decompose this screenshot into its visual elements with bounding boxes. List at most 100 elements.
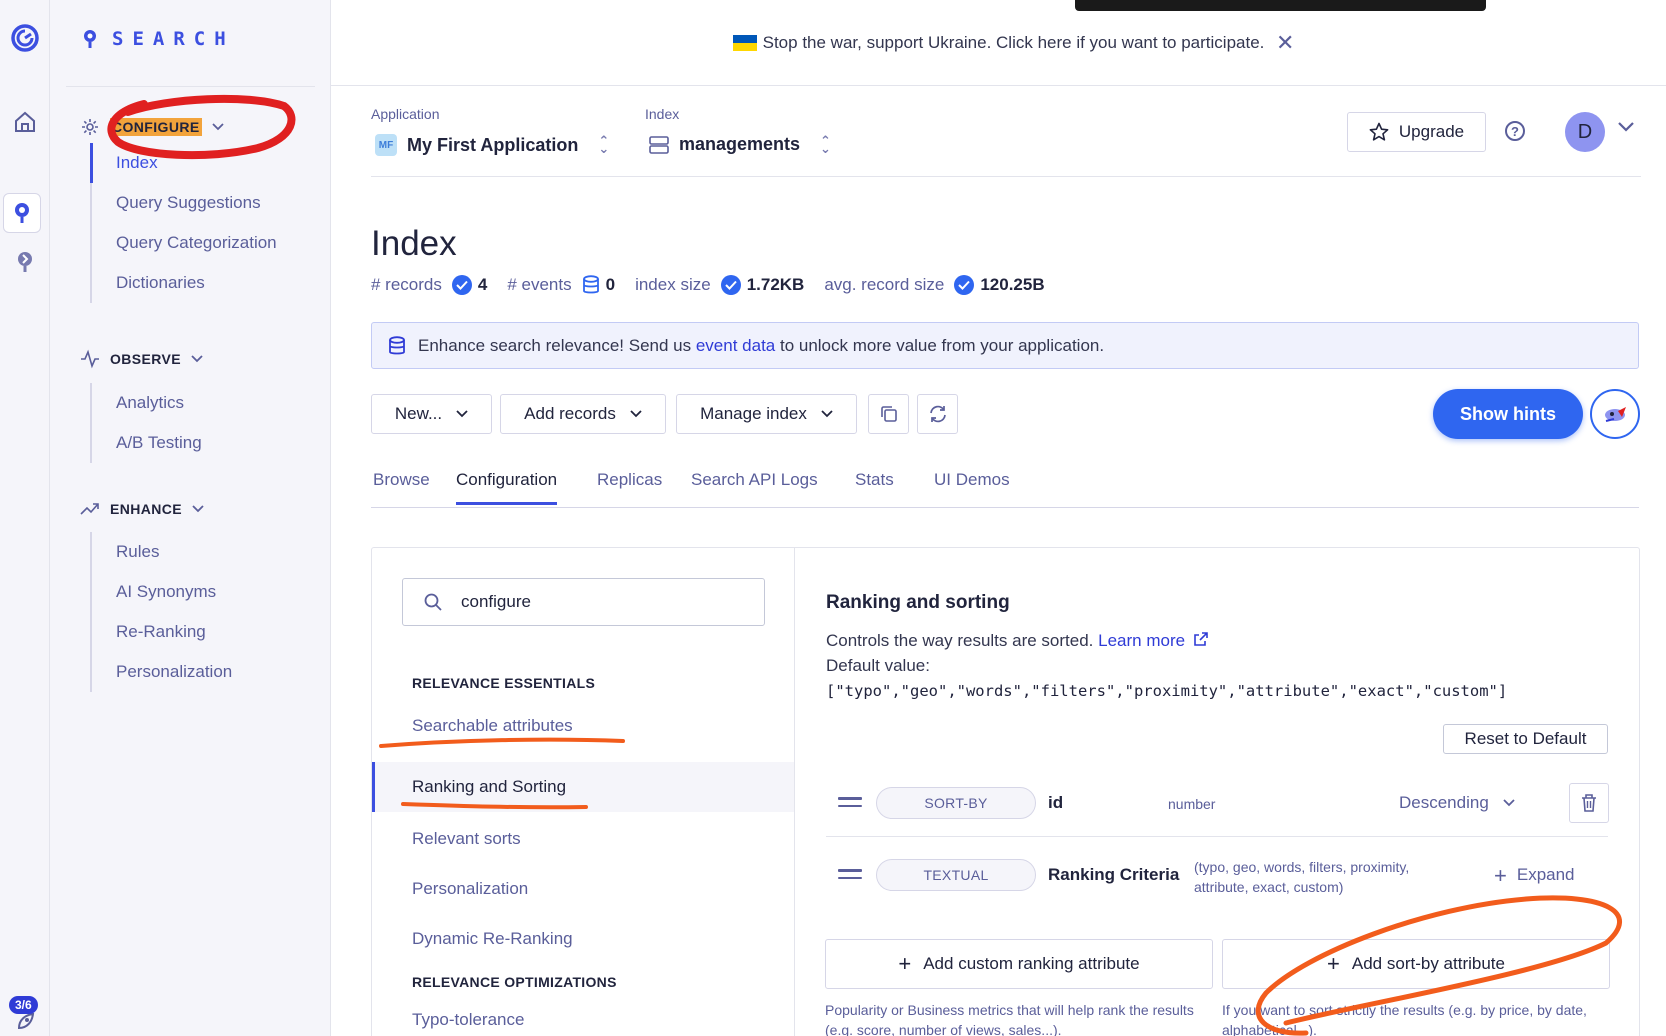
add-sort-by-label: Add sort-by attribute xyxy=(1351,954,1505,973)
gear-icon xyxy=(82,119,98,135)
manage-index-dropdown-button[interactable]: Manage index xyxy=(676,394,857,434)
index-selector[interactable]: managements ⌃ ⌄ xyxy=(649,134,831,155)
setting-relevant-sorts[interactable]: Relevant sorts xyxy=(372,814,794,864)
sort-order-select[interactable]: Descending xyxy=(1399,793,1515,813)
page-title: Index xyxy=(371,224,457,263)
check-icon xyxy=(954,275,975,295)
records-label: # records xyxy=(371,275,442,294)
algolia-logo-icon[interactable] xyxy=(0,22,50,54)
recommend-product-icon[interactable] xyxy=(0,250,50,274)
index-size-value: 1.72KB xyxy=(746,275,805,294)
upgrade-label: Upgrade xyxy=(1398,122,1465,141)
tab-stats[interactable]: Stats xyxy=(855,470,894,502)
ranking-criterion-row: SORT-BY id number Descending xyxy=(826,767,1609,837)
help-icon[interactable]: ? xyxy=(1505,121,1525,141)
plus-icon: + xyxy=(1494,862,1507,888)
criterion-data-type: number xyxy=(1168,796,1216,812)
learn-more-link[interactable]: Learn more xyxy=(1098,631,1209,650)
upgrade-button[interactable]: Upgrade xyxy=(1347,112,1486,152)
reset-to-default-button[interactable]: Reset to Default xyxy=(1443,724,1608,754)
setting-searchable-attributes[interactable]: Searchable attributes xyxy=(372,701,794,751)
new-label: New... xyxy=(394,404,443,423)
tab-configuration[interactable]: Configuration xyxy=(456,470,558,505)
search-product-icon[interactable] xyxy=(3,193,41,233)
add-records-label: Add records xyxy=(524,404,616,423)
events-value: 0 xyxy=(605,275,616,294)
avatar[interactable]: D xyxy=(1565,112,1605,152)
avg-record-size-label: avg. record size xyxy=(824,275,945,294)
show-hints-button[interactable]: Show hints xyxy=(1433,389,1583,439)
product-logo[interactable]: SEARCH xyxy=(82,28,235,50)
nav-item-query-suggestions[interactable]: Query Suggestions xyxy=(92,183,277,223)
tab-browse[interactable]: Browse xyxy=(373,470,430,502)
ukraine-banner[interactable]: Stop the war, support Ukraine. Click her… xyxy=(331,0,1666,86)
index-label: Index xyxy=(645,106,680,122)
configuration-panel: configure RELEVANCE ESSENTIALS Searchabl… xyxy=(371,547,1640,1036)
nav-item-ai-synonyms[interactable]: AI Synonyms xyxy=(92,572,232,612)
nav-item-dictionaries[interactable]: Dictionaries xyxy=(92,263,277,303)
drag-handle-icon[interactable] xyxy=(838,797,862,812)
rocket-icon[interactable] xyxy=(0,1012,50,1034)
pulse-icon xyxy=(81,349,99,369)
nav-section-enhance[interactable]: ENHANCE xyxy=(80,499,204,519)
refresh-button[interactable] xyxy=(917,394,958,434)
setting-typo-tolerance[interactable]: Typo-tolerance xyxy=(372,995,794,1036)
add-records-dropdown-button[interactable]: Add records xyxy=(500,394,666,434)
events-label: # events xyxy=(507,275,572,294)
records-value: 4 xyxy=(477,275,488,294)
setting-ranking-and-sorting[interactable]: Ranking and Sorting xyxy=(372,762,794,812)
plus-icon: + xyxy=(898,951,912,976)
application-name: My First Application xyxy=(407,134,579,155)
nav-item-query-categorization[interactable]: Query Categorization xyxy=(92,223,277,263)
nav-item-rules[interactable]: Rules xyxy=(92,532,232,572)
copy-button[interactable] xyxy=(868,394,909,434)
expand-button[interactable]: + Expand xyxy=(1494,862,1575,888)
divider xyxy=(66,86,315,87)
chevron-down-icon xyxy=(192,505,204,513)
settings-category: RELEVANCE OPTIMIZATIONS xyxy=(412,974,617,990)
chevron-down-icon xyxy=(821,410,833,418)
setting-personalization[interactable]: Personalization xyxy=(372,864,794,914)
learn-more-label: Learn more xyxy=(1098,631,1186,650)
banner-text: Stop the war, support Ukraine. Click her… xyxy=(762,32,1265,52)
event-data-link[interactable]: event data xyxy=(696,336,775,355)
trending-up-icon xyxy=(80,503,99,515)
refresh-icon xyxy=(929,405,946,423)
drag-handle-icon[interactable] xyxy=(838,869,862,884)
nav-item-ab-testing[interactable]: A/B Testing xyxy=(92,423,202,463)
chevron-down-icon xyxy=(191,355,203,363)
tab-replicas[interactable]: Replicas xyxy=(597,470,662,502)
trash-icon xyxy=(1582,794,1596,812)
add-sort-by-button[interactable]: + Add sort-by attribute xyxy=(1222,939,1610,989)
index-name: managements xyxy=(679,134,801,154)
nav-item-analytics[interactable]: Analytics xyxy=(92,383,202,423)
tab-ui-demos[interactable]: UI Demos xyxy=(934,470,1010,502)
nav-item-re-ranking[interactable]: Re-Ranking xyxy=(92,612,232,652)
nav-item-index[interactable]: Index xyxy=(90,143,277,183)
assistant-bot-icon[interactable] xyxy=(1590,389,1640,439)
setting-dynamic-re-ranking[interactable]: Dynamic Re-Ranking xyxy=(372,914,794,964)
tab-search-api-logs[interactable]: Search API Logs xyxy=(691,470,818,502)
application-selector[interactable]: MF My First Application ⌃ ⌄ xyxy=(375,134,609,156)
database-icon xyxy=(389,335,405,354)
onboarding-progress-badge[interactable]: 3/6 xyxy=(9,996,38,1014)
chevron-down-icon xyxy=(211,123,224,131)
check-icon xyxy=(720,275,741,295)
nav-section-configure[interactable]: CONFIGURE xyxy=(80,117,224,137)
nav-group-configure: Index Query Suggestions Query Categoriza… xyxy=(90,143,277,303)
add-custom-ranking-button[interactable]: + Add custom ranking attribute xyxy=(825,939,1213,989)
nav-item-personalization[interactable]: Personalization xyxy=(92,652,232,692)
ranking-settings: Ranking and sorting Controls the way res… xyxy=(796,548,1640,1036)
chevron-down-icon xyxy=(456,410,468,418)
nav-section-label: OBSERVE xyxy=(110,351,182,367)
event-data-notice: Enhance search relevance! Send us event … xyxy=(371,322,1639,369)
nav-section-observe[interactable]: OBSERVE xyxy=(80,349,203,369)
settings-search-input[interactable]: configure xyxy=(402,578,765,626)
chevron-down-icon[interactable] xyxy=(1616,120,1636,134)
close-icon[interactable]: ✕ xyxy=(1276,30,1294,56)
new-dropdown-button[interactable]: New... xyxy=(371,394,492,434)
home-icon[interactable] xyxy=(0,110,50,134)
delete-criterion-button[interactable] xyxy=(1569,783,1609,823)
plus-icon: + xyxy=(1327,951,1340,976)
database-icon xyxy=(582,275,599,294)
